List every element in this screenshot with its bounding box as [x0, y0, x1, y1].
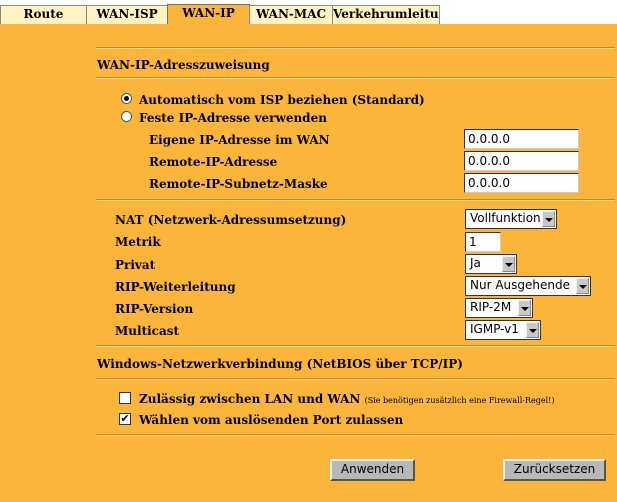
chevron-down-icon: [518, 300, 531, 316]
allow-lan-wan-label: Zulässig zwischen LAN und WAN (Sie benöt…: [139, 392, 554, 406]
private-select-value: Ja: [470, 256, 481, 270]
private-select[interactable]: Ja: [465, 254, 517, 274]
tab-wan-mac[interactable]: WAN-MAC: [249, 5, 333, 24]
nat-select-value: Vollfunktion: [470, 211, 541, 225]
chevron-down-icon: [576, 278, 589, 294]
nat-label: NAT (Netzwerk-Adressumsetzung): [115, 213, 347, 227]
allow-lan-wan-checkbox[interactable]: [119, 392, 131, 404]
chevron-down-icon: [526, 322, 539, 338]
check-icon: ✔: [120, 412, 130, 425]
nat-select[interactable]: Vollfunktion: [465, 209, 557, 229]
tab-route[interactable]: Route: [0, 5, 87, 24]
multicast-select-value: IGMP-v1: [470, 322, 519, 336]
radio-fixed-ip-label: Feste IP-Adresse verwenden: [139, 111, 327, 125]
allow-lan-wan-text: Zulässig zwischen LAN und WAN: [139, 392, 361, 406]
wan-ip-section-title: WAN-IP-Adresszuweisung: [97, 58, 270, 72]
chevron-down-icon: [502, 256, 515, 272]
apply-button[interactable]: Anwenden: [330, 459, 415, 481]
reset-button[interactable]: Zurücksetzen: [503, 459, 606, 481]
divider: [96, 434, 615, 436]
divider: [96, 47, 615, 49]
metric-label: Metrik: [115, 235, 161, 249]
multicast-label: Multicast: [115, 324, 180, 338]
metric-input[interactable]: 1: [465, 232, 501, 252]
own-wan-ip-input[interactable]: 0.0.0.0: [464, 129, 579, 149]
rip-forwarding-label: RIP-Weiterleitung: [115, 280, 236, 294]
rip-version-label: RIP-Version: [115, 302, 194, 316]
tab-bar: Route WAN-ISP WAN-IP WAN-MAC Verkehrumle…: [0, 0, 617, 25]
divider: [96, 345, 615, 347]
divider: [96, 77, 615, 79]
rip-forwarding-select-value: Nur Ausgehende: [470, 278, 570, 292]
own-wan-ip-label: Eigene IP-Adresse im WAN: [149, 133, 330, 147]
remote-subnet-mask-input[interactable]: 0.0.0.0: [464, 173, 579, 193]
rip-forwarding-select[interactable]: Nur Ausgehende: [465, 276, 591, 296]
radio-auto-isp-label: Automatisch vom ISP beziehen (Standard): [139, 93, 425, 107]
multicast-select[interactable]: IGMP-v1: [465, 320, 541, 340]
rip-version-select-value: RIP-2M: [470, 300, 512, 314]
remote-ip-label: Remote-IP-Adresse: [149, 155, 278, 169]
tab-wan-isp[interactable]: WAN-ISP: [86, 5, 168, 24]
tab-wan-ip[interactable]: WAN-IP: [167, 4, 250, 25]
settings-panel: WAN-IP-Adresszuweisung Automatisch vom I…: [0, 24, 617, 502]
divider: [96, 199, 615, 201]
radio-auto-isp[interactable]: [121, 93, 132, 104]
chevron-down-icon: [542, 211, 555, 227]
divider: [96, 378, 615, 380]
radio-fixed-ip[interactable]: [121, 111, 132, 122]
trigger-port-checkbox[interactable]: ✔: [119, 413, 131, 425]
trigger-port-label: Wählen vom auslösenden Port zulassen: [139, 413, 404, 427]
firewall-note: (Sie benötigen zusätzlich eine Firewall-…: [364, 396, 555, 405]
remote-ip-input[interactable]: 0.0.0.0: [464, 151, 579, 171]
remote-subnet-mask-label: Remote-IP-Subnetz-Maske: [149, 177, 328, 191]
private-label: Privat: [115, 258, 156, 272]
rip-version-select[interactable]: RIP-2M: [465, 298, 533, 318]
tab-verkehrumleitung[interactable]: Verkehrumleitung: [332, 5, 440, 24]
netbios-section-title: Windows-Netzwerkverbindung (NetBIOS über…: [97, 357, 463, 371]
